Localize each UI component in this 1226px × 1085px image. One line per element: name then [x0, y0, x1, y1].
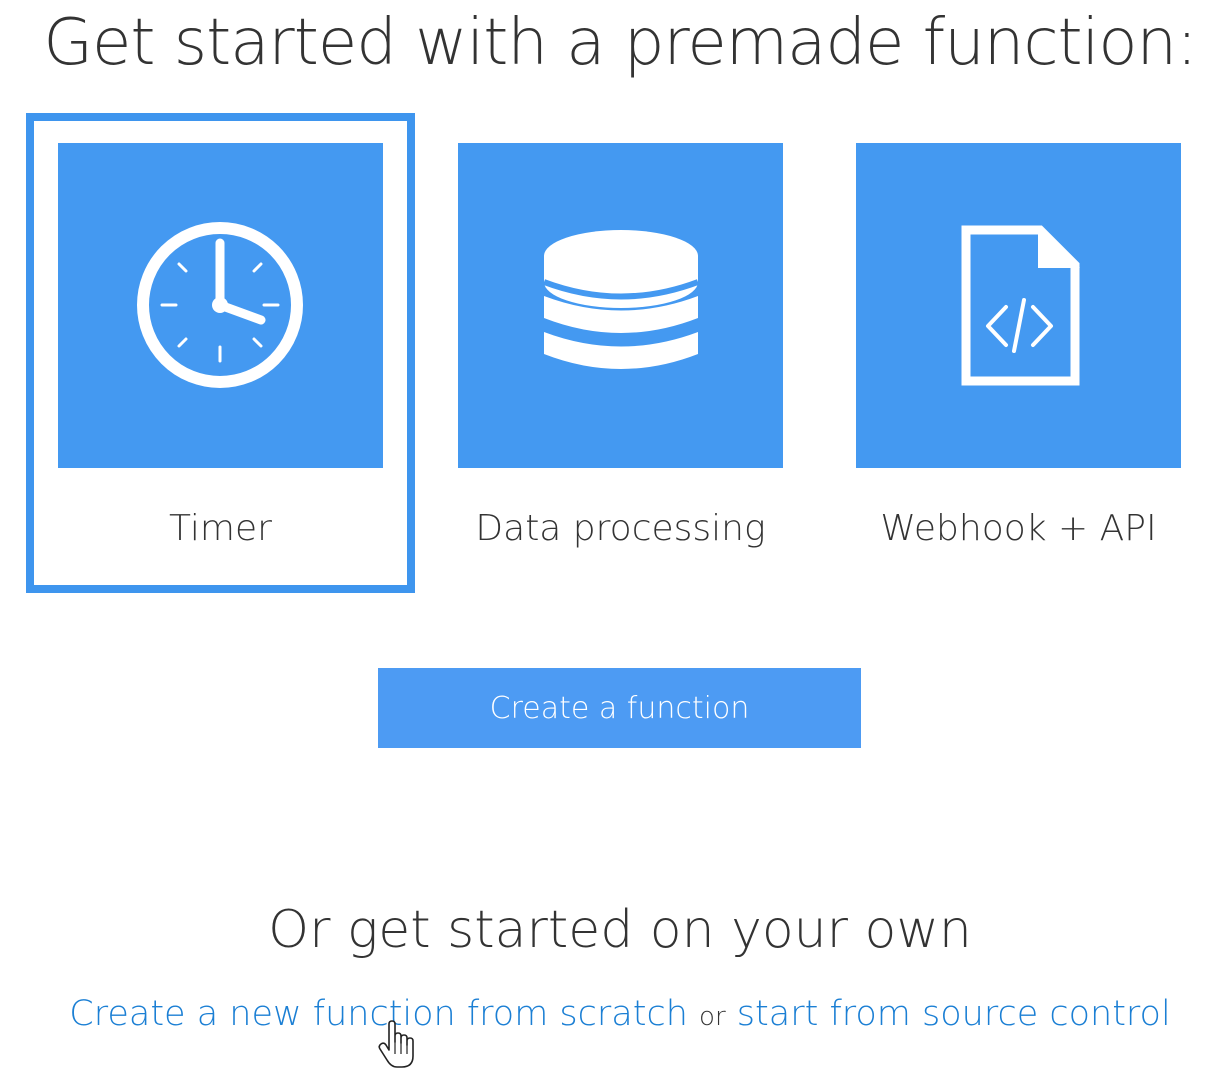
- create-from-scratch-link[interactable]: Create a new function from scratch: [69, 994, 688, 1034]
- clock-icon: [137, 222, 303, 388]
- own-section-title: Or get started on your own: [268, 900, 972, 960]
- template-tile-timer[interactable]: [58, 143, 383, 468]
- template-label-timer: Timer: [169, 508, 272, 549]
- template-tile-data-processing[interactable]: [458, 143, 783, 468]
- template-card-webhook-api[interactable]: Webhook + API: [824, 113, 1213, 593]
- own-section-links: Create a new function from scratch or st…: [0, 994, 1226, 1034]
- code-file-icon: [961, 225, 1080, 386]
- create-function-button[interactable]: Create a function: [378, 668, 861, 748]
- source-control-link[interactable]: start from source control: [737, 994, 1171, 1034]
- or-separator: or: [699, 1002, 726, 1032]
- page-title: Get started with a premade function:: [43, 6, 1197, 80]
- template-card-data-processing[interactable]: Data processing: [426, 113, 815, 593]
- template-label-data-processing: Data processing: [475, 508, 766, 549]
- template-card-timer[interactable]: Timer: [26, 113, 415, 593]
- template-tile-webhook-api[interactable]: [856, 143, 1181, 468]
- database-icon: [542, 230, 700, 369]
- template-label-webhook-api: Webhook + API: [880, 508, 1157, 549]
- get-started-page: Get started with a premade function: Tim…: [0, 0, 1226, 1085]
